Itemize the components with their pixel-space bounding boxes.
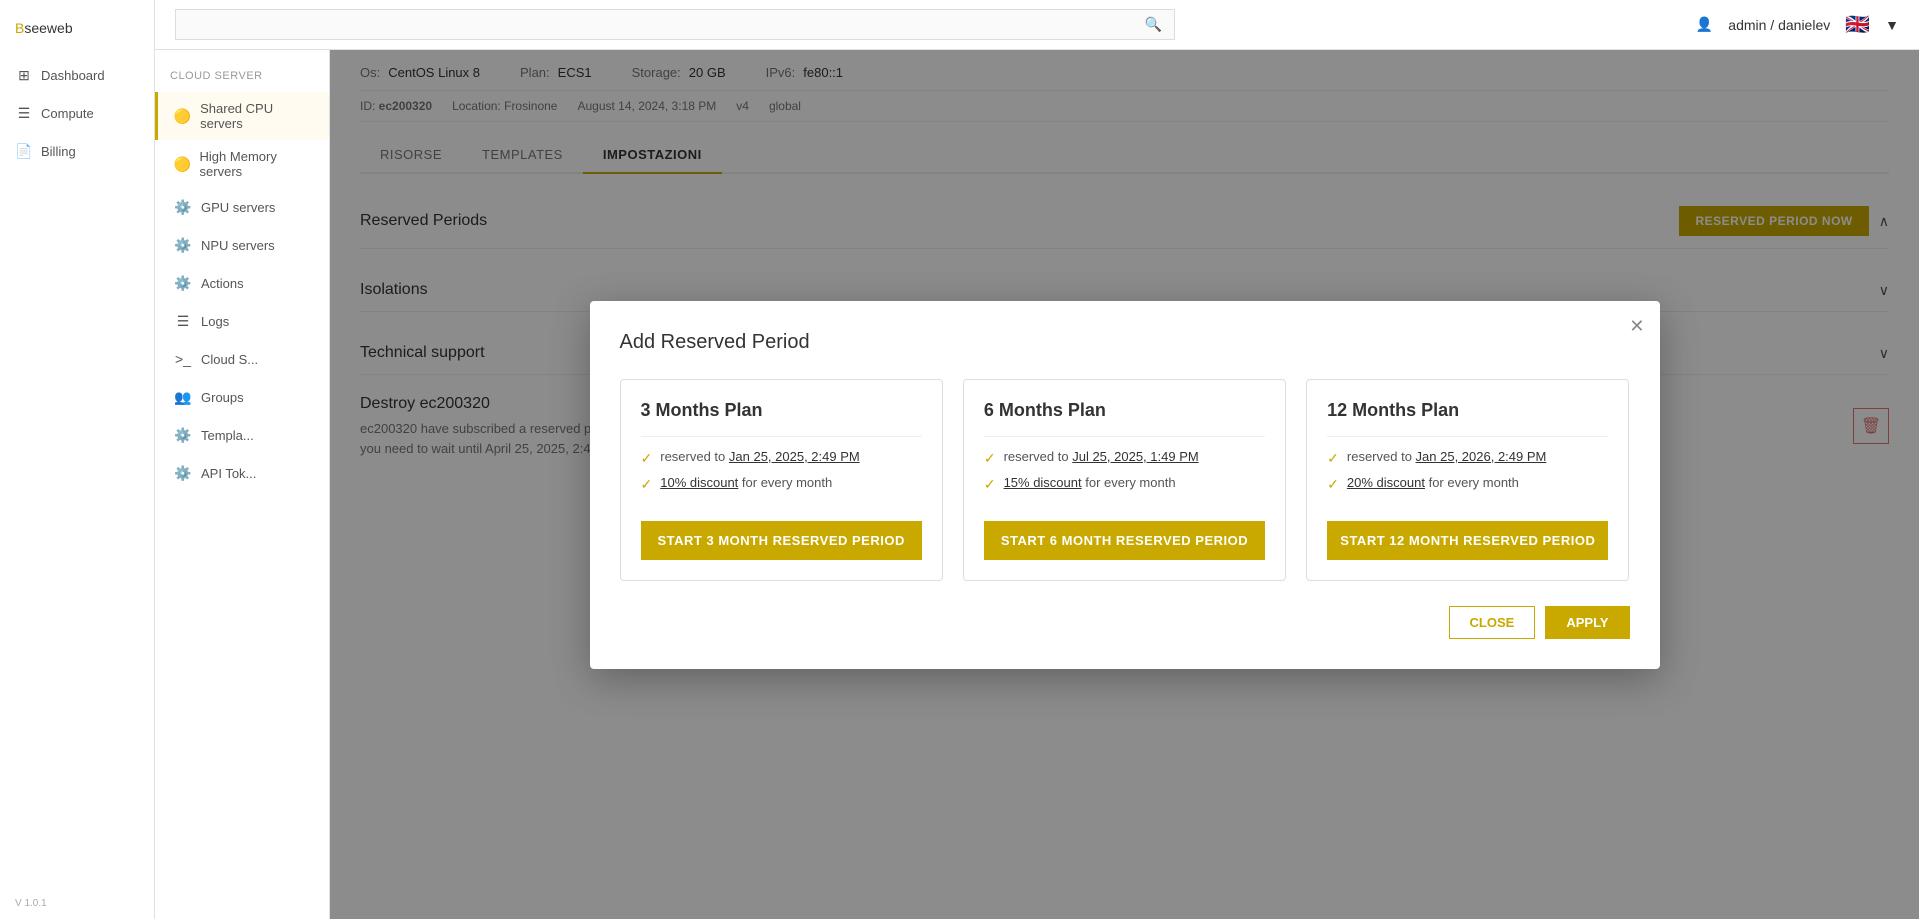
apply-button[interactable]: APPLY xyxy=(1545,606,1629,639)
flag-icon: 🇬🇧 xyxy=(1845,12,1870,37)
user-label: admin / danielev xyxy=(1728,17,1830,33)
check-icon-4: ✓ xyxy=(984,476,996,493)
logo: Bseeweb xyxy=(0,10,154,56)
templates-icon: ⚙️ xyxy=(173,425,193,445)
start-12month-button[interactable]: START 12 MONTH RESERVED PERIOD xyxy=(1327,521,1608,560)
plan-6month-name: 6 Months Plan xyxy=(984,400,1265,421)
shared-cpu-icon: 🟡 xyxy=(173,106,192,126)
check-icon-5: ✓ xyxy=(1327,450,1339,467)
sidebar-item-high-memory[interactable]: 🟡 High Memory servers xyxy=(155,140,329,188)
user-icon: 👤 xyxy=(1696,16,1713,33)
sidebar-item-dashboard[interactable]: ⊞ Dashboard xyxy=(0,56,154,94)
check-icon-1: ✓ xyxy=(641,450,653,467)
main-panel: Os: CentOS Linux 8 Plan: ECS1 Storage: 2… xyxy=(330,50,1919,919)
start-6month-button[interactable]: START 6 MONTH RESERVED PERIOD xyxy=(984,521,1265,560)
logo-text: seeweb xyxy=(24,20,72,36)
cloud-shell-icon: >_ xyxy=(173,349,193,369)
sidebar-item-billing[interactable]: 📄 Billing xyxy=(0,132,154,170)
high-memory-icon: 🟡 xyxy=(173,154,192,174)
search-box[interactable]: 🔍 xyxy=(175,9,1175,40)
add-reserved-period-modal: Add Reserved Period ✕ 3 Months Plan ✓ re… xyxy=(590,301,1660,669)
chevron-down-icon: ▼ xyxy=(1885,17,1899,33)
sidebar-item-gpu[interactable]: ⚙️ GPU servers xyxy=(155,188,329,226)
plan-3month-reserved-to: ✓ reserved to Jan 25, 2025, 2:49 PM xyxy=(641,449,922,467)
search-input[interactable] xyxy=(188,17,1137,32)
sidebar-item-logs[interactable]: ☰ Logs xyxy=(155,302,329,340)
sidebar-item-api-tokens[interactable]: ⚙️ API Tok... xyxy=(155,454,329,492)
billing-icon: 📄 xyxy=(15,142,33,160)
plan-card-3months: 3 Months Plan ✓ reserved to Jan 25, 2025… xyxy=(620,379,943,581)
plan-12month-reserved-to: ✓ reserved to Jan 25, 2026, 2:49 PM xyxy=(1327,449,1608,467)
sidebar-item-cloud-s[interactable]: >_ Cloud S... xyxy=(155,340,329,378)
plan-3month-discount: ✓ 10% discount for every month xyxy=(641,475,922,493)
modal-footer: CLOSE APPLY xyxy=(620,606,1630,639)
logs-icon: ☰ xyxy=(173,311,193,331)
plan-12month-name: 12 Months Plan xyxy=(1327,400,1608,421)
version-label: V 1.0.1 xyxy=(0,888,154,919)
start-3month-button[interactable]: START 3 MONTH RESERVED PERIOD xyxy=(641,521,922,560)
sidebar-item-groups[interactable]: 👥 Groups xyxy=(155,378,329,416)
sidebar-item-shared-cpu[interactable]: 🟡 Shared CPU servers xyxy=(155,92,329,140)
content-area: CLOUD SERVER 🟡 Shared CPU servers 🟡 High… xyxy=(155,50,1919,919)
modal-close-x-button[interactable]: ✕ xyxy=(1629,316,1644,337)
plan-6month-reserved-to: ✓ reserved to Jul 25, 2025, 1:49 PM xyxy=(984,449,1265,467)
compute-icon: ☰ xyxy=(15,104,33,122)
check-icon-2: ✓ xyxy=(641,476,653,493)
search-icon: 🔍 xyxy=(1145,16,1162,33)
check-icon-6: ✓ xyxy=(1327,476,1339,493)
main-sidebar: Bseeweb ⊞ Dashboard ☰ Compute 📄 Billing … xyxy=(0,0,155,919)
modal-overlay: Add Reserved Period ✕ 3 Months Plan ✓ re… xyxy=(330,50,1919,919)
gpu-icon: ⚙️ xyxy=(173,197,193,217)
plan-card-6months: 6 Months Plan ✓ reserved to Jul 25, 2025… xyxy=(963,379,1286,581)
plan-12month-discount: ✓ 20% discount for every month xyxy=(1327,475,1608,493)
groups-icon: 👥 xyxy=(173,387,193,407)
api-token-icon: ⚙️ xyxy=(173,463,193,483)
dashboard-icon: ⊞ xyxy=(15,66,33,84)
actions-icon: ⚙️ xyxy=(173,273,193,293)
close-button[interactable]: CLOSE xyxy=(1449,606,1536,639)
sidebar-item-actions[interactable]: ⚙️ Actions xyxy=(155,264,329,302)
plan-6month-discount: ✓ 15% discount for every month xyxy=(984,475,1265,493)
top-bar: 🔍 👤 admin / danielev 🇬🇧 ▼ xyxy=(155,0,1919,50)
sidebar-item-npu[interactable]: ⚙️ NPU servers xyxy=(155,226,329,264)
modal-title: Add Reserved Period xyxy=(620,331,1630,354)
npu-icon: ⚙️ xyxy=(173,235,193,255)
plan-cards: 3 Months Plan ✓ reserved to Jan 25, 2025… xyxy=(620,379,1630,581)
sub-section-label: CLOUD SERVER xyxy=(155,65,329,92)
check-icon-3: ✓ xyxy=(984,450,996,467)
sub-sidebar: CLOUD SERVER 🟡 Shared CPU servers 🟡 High… xyxy=(155,50,330,919)
plan-card-12months: 12 Months Plan ✓ reserved to Jan 25, 202… xyxy=(1306,379,1629,581)
sidebar-item-compute[interactable]: ☰ Compute xyxy=(0,94,154,132)
sidebar-item-templates[interactable]: ⚙️ Templa... xyxy=(155,416,329,454)
user-area: 👤 admin / danielev 🇬🇧 ▼ xyxy=(1696,12,1899,37)
plan-3month-name: 3 Months Plan xyxy=(641,400,922,421)
